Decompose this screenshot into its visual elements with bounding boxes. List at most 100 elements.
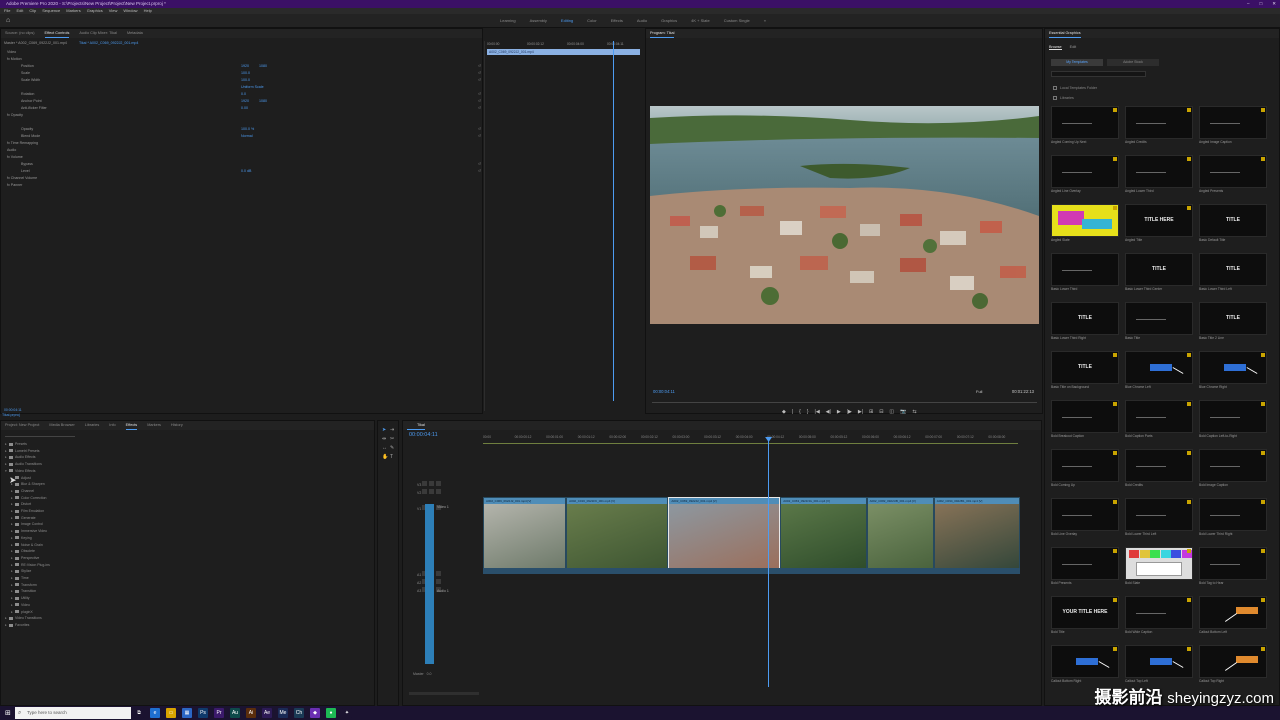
ec-property-value[interactable]: 100.0 (241, 77, 250, 84)
transport-button-icon[interactable]: { (799, 409, 801, 415)
effect-folder[interactable]: ▸ RE:Vision Plug-ins (5, 562, 50, 569)
visual-studio-icon[interactable]: ◆ (310, 708, 320, 718)
bottom-panel-tab[interactable]: Effects (125, 421, 138, 430)
effect-folder[interactable]: ▸ Transition (5, 588, 50, 595)
keyframe-reset-icon[interactable]: ↺ (478, 126, 481, 133)
keyframe-reset-icon[interactable]: ↺ (478, 133, 481, 140)
template-thumbnail[interactable]: TITLE (1051, 351, 1119, 384)
workspace-tab[interactable]: Audio (637, 14, 647, 28)
timeline-ruler[interactable]: 00:00 00:00:00:12 00:00:01:00 00:00:01:12 00… (483, 435, 1023, 447)
workspace-tab[interactable]: Graphics (661, 14, 677, 28)
template-thumbnail[interactable]: TITLE (1199, 302, 1267, 335)
track-visibility-icon[interactable] (436, 579, 442, 584)
template-card[interactable]: Bold Caption Left-to-Right (1199, 400, 1267, 439)
media-encoder-icon[interactable]: Me (278, 708, 288, 718)
template-card[interactable]: Angled Presents (1199, 155, 1267, 194)
effect-folder[interactable]: ▾ Video Effects (5, 468, 50, 475)
photoshop-icon[interactable]: Ps (198, 708, 208, 718)
effect-folder[interactable]: ▸ Noise & Grain (5, 542, 50, 549)
program-timecode[interactable]: 00:00:04:11 (653, 389, 675, 394)
ec-property-row[interactable]: Blend Mode Normal ↺ (3, 133, 483, 140)
template-search-input[interactable] (1051, 71, 1146, 77)
timeline-clip[interactable]: A002_C069_0922J2_001.mp4 [V] (668, 497, 781, 569)
eg-subtab-edit[interactable]: Edit (1070, 45, 1077, 50)
template-thumbnail[interactable] (1051, 547, 1119, 580)
store-icon[interactable]: ▦ (182, 708, 192, 718)
timeline-clip[interactable]: A002_C069_0922J2_001.mp4 [V] (483, 497, 567, 569)
ec-clip-bar[interactable]: A002_C069_0922J2_001.mp4 (487, 49, 640, 55)
timeline-timecode[interactable]: 00:00:04:11 (409, 432, 438, 438)
template-card[interactable]: YOUR TITLE HERE Bold Title (1051, 596, 1119, 635)
template-thumbnail[interactable] (1199, 155, 1267, 188)
ec-property-row[interactable]: Anchor Point 1920 1080 ↺ (3, 98, 483, 105)
transport-button-icon[interactable]: |▶ (847, 409, 852, 415)
template-thumbnail[interactable] (1199, 400, 1267, 433)
template-card[interactable]: TITLE HERE Angled Title (1125, 204, 1193, 243)
template-thumbnail[interactable] (1051, 253, 1119, 286)
timeline-clip[interactable]: A002_C082_0922UB_001.mp4 [V] (866, 497, 934, 569)
ec-tab[interactable]: Metadata (127, 29, 143, 38)
audio-track-a1[interactable] (483, 568, 1020, 574)
template-card[interactable]: TITLE Basic Title 2 Line (1199, 302, 1267, 341)
template-card[interactable]: Bold Presents (1051, 547, 1119, 586)
windows-start-icon[interactable]: ⊞ (5, 709, 11, 717)
timeline-clip[interactable]: A002_C016_0921FK_001.mp4 [V] (566, 497, 669, 569)
template-thumbnail[interactable] (1125, 498, 1193, 531)
transport-button-icon[interactable]: | (792, 409, 793, 415)
task-view-icon[interactable]: ⧉ (134, 708, 144, 718)
ec-property-row[interactable]: fx Volume (3, 154, 483, 161)
transport-button-icon[interactable]: } (807, 409, 809, 415)
template-thumbnail[interactable] (1125, 449, 1193, 482)
checkbox-icon[interactable] (1053, 86, 1057, 91)
bottom-panel-tab[interactable]: Info (109, 421, 115, 430)
ec-timeline[interactable]: 00:00:00 00:00:02:12 00:00:04:00 00:00:04:1… (484, 41, 640, 411)
ec-property-value[interactable]: Uniform Scale (241, 84, 264, 91)
ec-property-value-2[interactable]: 1080 (259, 63, 267, 70)
template-thumbnail[interactable] (1199, 106, 1267, 139)
template-thumbnail[interactable] (1125, 155, 1193, 188)
template-card[interactable]: Bold Breakout Caption (1051, 400, 1119, 439)
template-card[interactable]: Bold Credits (1125, 449, 1193, 488)
template-thumbnail[interactable] (1125, 106, 1193, 139)
template-card[interactable]: TITLE Basic Default Title (1199, 204, 1267, 243)
ec-playhead[interactable] (613, 41, 614, 401)
essential-graphics-tab[interactable]: Essential Graphics (1049, 29, 1081, 38)
workspace-tab[interactable]: 4K + Slate (691, 14, 710, 28)
illustrator-icon[interactable]: Ai (246, 708, 256, 718)
keyframe-reset-icon[interactable]: ↺ (478, 161, 481, 168)
template-thumbnail[interactable] (1125, 547, 1193, 580)
template-thumbnail[interactable] (1051, 204, 1119, 237)
slip-tool-icon[interactable]: ↔ (382, 445, 387, 451)
template-card[interactable]: Bold Image Caption (1199, 449, 1267, 488)
ec-property-row[interactable]: Scale 100.0 ↺ (3, 70, 483, 77)
source-patch[interactable] (425, 504, 434, 664)
workspace-tab[interactable]: Effects (611, 14, 623, 28)
template-card[interactable]: Bold Lower Third Right (1199, 498, 1267, 537)
effect-folder[interactable]: ▸ Favorites (5, 622, 50, 629)
ec-property-value[interactable]: 0.00 (241, 105, 248, 112)
template-thumbnail[interactable] (1051, 400, 1119, 433)
ec-property-row[interactable]: Position 1920 1080 ↺ (3, 63, 483, 70)
effect-folder[interactable]: ▸ Immersive Video (5, 528, 50, 535)
effect-folder[interactable]: ▸ Utility (5, 595, 50, 602)
taskbar-search-input[interactable]: ⌕ Type here to search (15, 707, 131, 719)
workspace-tab[interactable]: Color (587, 14, 597, 28)
template-card[interactable]: Bold Tag to Hear (1199, 547, 1267, 586)
timeline-clip[interactable]: A002_C094_0922B1_001.mp4 [V] (933, 497, 1020, 569)
transport-button-icon[interactable]: |◀ (815, 409, 820, 415)
ec-property-value[interactable]: 1920 (241, 98, 249, 105)
bottom-panel-tab[interactable]: Libraries (85, 421, 100, 430)
template-thumbnail[interactable] (1051, 645, 1119, 678)
audition-icon[interactable]: Au (230, 708, 240, 718)
type-tool-icon[interactable]: T (390, 454, 393, 460)
workspace-tab[interactable]: Assembly (530, 14, 547, 28)
transport-button-icon[interactable]: ⇆ (912, 409, 916, 415)
ec-property-row[interactable]: Anti-flicker Filter 0.00 ↺ (3, 105, 483, 112)
template-card[interactable]: Angled Image Caption (1199, 106, 1267, 145)
template-thumbnail[interactable] (1199, 596, 1267, 629)
spotify-icon[interactable]: ● (326, 708, 336, 718)
ec-property-value[interactable]: Normal (241, 133, 253, 140)
track-header-v2[interactable]: V2 (417, 489, 479, 495)
ripple-edit-icon[interactable]: ⇹ (382, 436, 386, 442)
after-effects-icon[interactable]: Ae (262, 708, 272, 718)
